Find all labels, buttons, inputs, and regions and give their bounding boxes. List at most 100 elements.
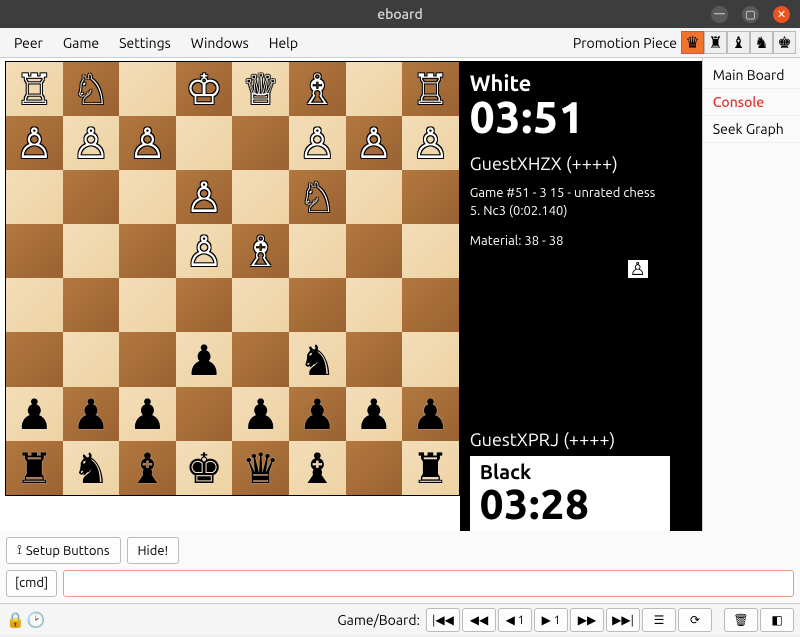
tab-console[interactable]: Console [703, 89, 800, 116]
nav-last-button[interactable]: ▶▶| [606, 608, 640, 632]
square-2-0[interactable] [6, 170, 63, 224]
square-7-7[interactable]: ♜ [402, 441, 459, 495]
square-5-5[interactable]: ♞ [289, 332, 346, 386]
menu-peer[interactable]: Peer [4, 31, 53, 55]
piece-wN[interactable]: ♘ [72, 68, 110, 110]
square-6-1[interactable]: ♟ [63, 387, 120, 441]
piece-wQ[interactable]: ♕ [242, 68, 280, 110]
setup-buttons-button[interactable]: ⟟ Setup Buttons [6, 537, 121, 564]
square-7-4[interactable]: ♛ [232, 441, 289, 495]
menu-settings[interactable]: Settings [109, 31, 181, 55]
nav-first-button[interactable]: |◀◀ [426, 608, 460, 632]
command-label[interactable]: [cmd] [6, 570, 57, 597]
square-0-3[interactable]: ♔ [176, 62, 233, 116]
square-6-4[interactable]: ♟ [232, 387, 289, 441]
square-3-6[interactable] [346, 224, 403, 278]
square-2-3[interactable]: ♙ [176, 170, 233, 224]
square-3-2[interactable] [119, 224, 176, 278]
piece-wB[interactable]: ♗ [298, 68, 336, 110]
piece-bR[interactable]: ♜ [412, 447, 450, 489]
square-2-4[interactable] [232, 170, 289, 224]
piece-wR[interactable]: ♖ [412, 68, 450, 110]
square-0-5[interactable]: ♗ [289, 62, 346, 116]
square-2-1[interactable] [63, 170, 120, 224]
piece-bQ[interactable]: ♛ [242, 447, 280, 489]
square-6-5[interactable]: ♟ [289, 387, 346, 441]
square-4-0[interactable] [6, 278, 63, 332]
square-6-3[interactable] [176, 387, 233, 441]
square-7-5[interactable]: ♝ [289, 441, 346, 495]
nav-fwd-1-button[interactable]: ▶ 1 [534, 608, 568, 632]
square-7-3[interactable]: ♚ [176, 441, 233, 495]
piece-bP[interactable]: ♟ [72, 393, 110, 435]
window-close-button[interactable]: ✕ [773, 6, 790, 23]
piece-wK[interactable]: ♔ [185, 68, 223, 110]
square-2-2[interactable] [119, 170, 176, 224]
tab-seek-graph[interactable]: Seek Graph [703, 116, 800, 143]
piece-wP[interactable]: ♙ [298, 122, 336, 164]
nav-list-button[interactable]: ☰ [642, 608, 676, 632]
piece-bK[interactable]: ♚ [185, 447, 223, 489]
square-0-4[interactable]: ♕ [232, 62, 289, 116]
nav-back-fast-button[interactable]: ◀◀ [462, 608, 496, 632]
square-5-6[interactable] [346, 332, 403, 386]
menu-help[interactable]: Help [259, 31, 308, 55]
piece-bP[interactable]: ♟ [129, 393, 167, 435]
promotion-queen-button[interactable]: ♛ [681, 31, 704, 54]
square-3-3[interactable]: ♙ [176, 224, 233, 278]
piece-wP[interactable]: ♙ [15, 122, 53, 164]
square-6-2[interactable]: ♟ [119, 387, 176, 441]
piece-wB[interactable]: ♗ [242, 230, 280, 272]
square-0-2[interactable] [119, 62, 176, 116]
square-0-6[interactable] [346, 62, 403, 116]
hide-button[interactable]: Hide! [127, 537, 180, 564]
piece-bP[interactable]: ♟ [15, 393, 53, 435]
piece-bP[interactable]: ♟ [185, 339, 223, 381]
piece-bP[interactable]: ♟ [355, 393, 393, 435]
square-0-7[interactable]: ♖ [402, 62, 459, 116]
square-4-3[interactable] [176, 278, 233, 332]
square-2-7[interactable] [402, 170, 459, 224]
square-1-5[interactable]: ♙ [289, 116, 346, 170]
piece-wP[interactable]: ♙ [412, 122, 450, 164]
nav-back-1-button[interactable]: ◀ 1 [498, 608, 532, 632]
square-5-4[interactable] [232, 332, 289, 386]
square-6-7[interactable]: ♟ [402, 387, 459, 441]
nav-detach-button[interactable]: ◧ [760, 608, 794, 632]
square-4-4[interactable] [232, 278, 289, 332]
square-0-1[interactable]: ♘ [63, 62, 120, 116]
square-4-1[interactable] [63, 278, 120, 332]
square-6-6[interactable]: ♟ [346, 387, 403, 441]
square-4-5[interactable] [289, 278, 346, 332]
square-7-6[interactable] [346, 441, 403, 495]
square-7-2[interactable]: ♝ [119, 441, 176, 495]
promotion-knight-button[interactable]: ♞ [750, 31, 773, 54]
square-0-0[interactable]: ♖ [6, 62, 63, 116]
piece-bP[interactable]: ♟ [298, 393, 336, 435]
square-3-0[interactable] [6, 224, 63, 278]
square-4-2[interactable] [119, 278, 176, 332]
menu-windows[interactable]: Windows [181, 31, 259, 55]
tab-main-board[interactable]: Main Board [703, 62, 800, 89]
window-maximize-button[interactable]: ▢ [742, 6, 759, 23]
square-5-1[interactable] [63, 332, 120, 386]
square-4-6[interactable] [346, 278, 403, 332]
piece-wP[interactable]: ♙ [129, 122, 167, 164]
square-1-7[interactable]: ♙ [402, 116, 459, 170]
square-1-0[interactable]: ♙ [6, 116, 63, 170]
piece-bN[interactable]: ♞ [298, 339, 336, 381]
nav-trash-button[interactable]: 🗑 [724, 608, 758, 632]
command-input[interactable] [63, 570, 794, 597]
square-3-1[interactable] [63, 224, 120, 278]
piece-wP[interactable]: ♙ [185, 230, 223, 272]
square-7-1[interactable]: ♞ [63, 441, 120, 495]
nav-fwd-fast-button[interactable]: ▶▶ [570, 608, 604, 632]
piece-wN[interactable]: ♘ [298, 176, 336, 218]
piece-bP[interactable]: ♟ [242, 393, 280, 435]
square-1-1[interactable]: ♙ [63, 116, 120, 170]
window-minimize-button[interactable]: — [711, 6, 728, 23]
piece-wP[interactable]: ♙ [72, 122, 110, 164]
piece-wR[interactable]: ♖ [15, 68, 53, 110]
square-6-0[interactable]: ♟ [6, 387, 63, 441]
piece-wP[interactable]: ♙ [355, 122, 393, 164]
